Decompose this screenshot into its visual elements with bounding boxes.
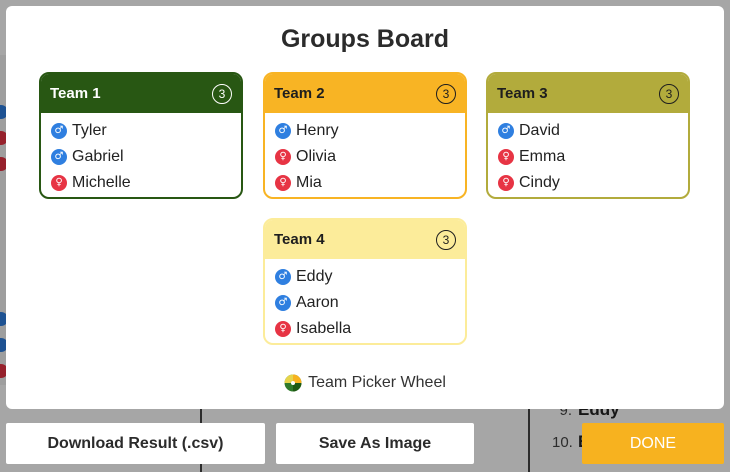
member-name: Tyler [72, 122, 107, 139]
groups-board-modal: Groups Board Team 1 3 ♂ Tyler ♂ Gabriel ♀ Miche… [6, 6, 724, 409]
member-list: ♂ Eddy ♂ Aaron ♀ Isabella [265, 259, 465, 342]
member-name: Cindy [519, 174, 560, 191]
team-count-badge: 3 [212, 83, 232, 104]
team-header: Team 3 3 [488, 74, 688, 113]
male-symbol-icon: ♂ [275, 269, 291, 285]
member-row: ♀ Isabella [265, 316, 465, 342]
team-card: Team 2 3 ♂ Henry ♀ Olivia ♀ Mia [263, 72, 467, 199]
done-button[interactable]: DONE [582, 423, 724, 464]
female-symbol-icon: ♀ [275, 175, 291, 191]
member-name: Emma [519, 148, 566, 165]
team-header: Team 2 3 [265, 74, 465, 113]
brand-name: Team Picker Wheel [308, 374, 446, 391]
team-header: Team 1 3 [41, 74, 241, 113]
brand-footer[interactable]: Team Picker Wheel [6, 374, 724, 392]
team-count-badge: 3 [436, 229, 456, 250]
member-row: ♂ Tyler [41, 118, 241, 144]
member-row: ♀ Emma [488, 144, 688, 170]
member-name: Michelle [72, 174, 131, 191]
member-row: ♂ Gabriel [41, 144, 241, 170]
female-symbol-icon: ♀ [275, 149, 291, 165]
member-name: Mia [296, 174, 322, 191]
picker-wheel-logo-icon [284, 374, 302, 392]
team-header: Team 4 3 [265, 220, 465, 259]
member-row: ♂ Aaron [265, 290, 465, 316]
member-name: David [519, 122, 560, 139]
female-symbol-icon: ♀ [275, 321, 291, 337]
member-list: ♂ David ♀ Emma ♀ Cindy [488, 113, 688, 196]
member-row: ♀ Michelle [41, 170, 241, 196]
team-card: Team 1 3 ♂ Tyler ♂ Gabriel ♀ Michelle [39, 72, 243, 199]
member-list: ♂ Henry ♀ Olivia ♀ Mia [265, 113, 465, 196]
male-symbol-icon: ♂ [51, 123, 67, 139]
save-as-image-button[interactable]: Save As Image [276, 423, 474, 464]
member-row: ♀ Cindy [488, 170, 688, 196]
team-count-badge: 3 [659, 83, 679, 104]
team-name: Team 1 [50, 85, 101, 102]
male-symbol-icon: ♂ [51, 149, 67, 165]
female-symbol-icon: ♀ [51, 175, 67, 191]
member-row: ♀ Olivia [265, 144, 465, 170]
team-name: Team 4 [274, 231, 325, 248]
member-name: Aaron [296, 294, 339, 311]
member-name: Olivia [296, 148, 337, 165]
member-row: ♂ Eddy [265, 264, 465, 290]
team-card: Team 4 3 ♂ Eddy ♂ Aaron ♀ Isabella [263, 218, 467, 345]
modal-title: Groups Board [280, 25, 450, 53]
team-name: Team 2 [274, 85, 325, 102]
member-row: ♂ David [488, 118, 688, 144]
member-name: Gabriel [72, 148, 124, 165]
member-row: ♂ Henry [265, 118, 465, 144]
male-symbol-icon: ♂ [275, 295, 291, 311]
team-count-badge: 3 [436, 83, 456, 104]
female-symbol-icon: ♀ [498, 149, 514, 165]
member-name: Eddy [296, 268, 333, 285]
member-list: ♂ Tyler ♂ Gabriel ♀ Michelle [41, 113, 241, 196]
member-row: ♀ Mia [265, 170, 465, 196]
male-symbol-icon: ♂ [275, 123, 291, 139]
male-symbol-icon: ♂ [498, 123, 514, 139]
female-symbol-icon: ♀ [498, 175, 514, 191]
team-card: Team 3 3 ♂ David ♀ Emma ♀ Cindy [486, 72, 690, 199]
download-csv-button[interactable]: Download Result (.csv) [6, 423, 265, 464]
member-name: Henry [296, 122, 339, 139]
team-name: Team 3 [497, 85, 548, 102]
member-name: Isabella [296, 320, 352, 337]
